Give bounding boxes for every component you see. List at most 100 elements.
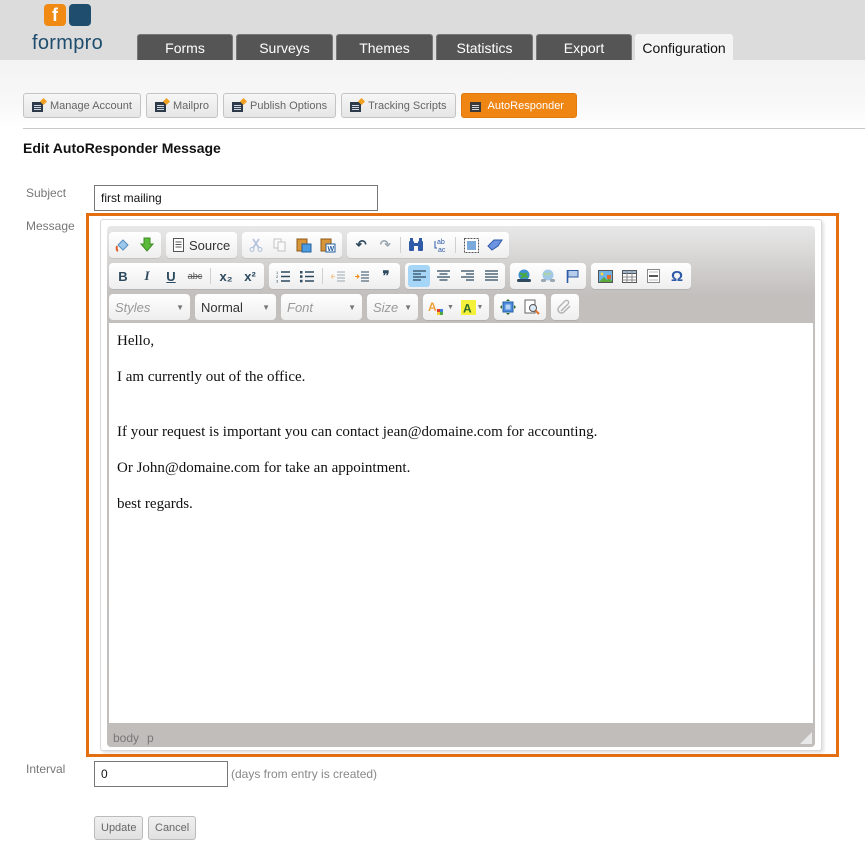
svg-text:3: 3	[276, 278, 279, 283]
svg-text:A: A	[428, 300, 437, 314]
special-char-icon[interactable]: Ω	[666, 265, 688, 287]
subject-input[interactable]	[94, 185, 378, 211]
subtab-autoresponder[interactable]: AutoResponder	[460, 93, 577, 118]
subscript-icon[interactable]: x₂	[215, 265, 237, 287]
subtab-tracking-scripts[interactable]: Tracking Scripts	[341, 93, 456, 118]
subtab-label: Mailpro	[172, 99, 210, 112]
update-button[interactable]: Update	[94, 816, 144, 840]
content-paragraph: I am currently out of the office.	[117, 369, 306, 385]
undo-icon[interactable]: ↶	[350, 234, 372, 256]
edit-document-icon	[469, 100, 483, 112]
source-icon	[173, 238, 184, 252]
interval-input[interactable]	[94, 761, 228, 787]
tab-forms[interactable]: Forms	[137, 34, 233, 60]
interval-label: Interval	[26, 762, 66, 776]
bold-icon[interactable]: B	[112, 265, 134, 287]
chevron-down-icon: ▼	[262, 302, 270, 312]
text-color-icon[interactable]: A ▼	[426, 296, 456, 318]
toolbar-row-3: Styles ▼ Normal ▼ Font ▼ Size ▼ A ▼ A ▼	[109, 294, 579, 320]
justify-icon[interactable]	[480, 265, 502, 287]
edit-document-icon	[232, 97, 248, 112]
divider	[23, 128, 865, 129]
background-color-icon[interactable]: A ▼	[458, 296, 486, 318]
horizontal-rule-icon[interactable]	[642, 265, 664, 287]
cancel-button[interactable]: Cancel	[148, 816, 197, 840]
outdent-icon[interactable]	[327, 265, 349, 287]
table-icon[interactable]	[618, 265, 640, 287]
svg-text:ac: ac	[438, 247, 446, 253]
download-arrow-icon[interactable]	[136, 234, 158, 256]
paint-bucket-icon[interactable]	[112, 234, 134, 256]
source-button[interactable]: Source	[169, 234, 234, 256]
rich-text-editor: Source W ↶ ↷ ab ac B I U abc x₂ x² 1 2 3…	[107, 226, 815, 747]
subtab-label: AutoResponder	[487, 99, 564, 112]
edit-document-icon	[350, 97, 366, 112]
subtab-mailpro[interactable]: Mailpro	[145, 93, 219, 118]
path-item-body[interactable]: body	[113, 731, 139, 745]
toolbar-row-2: B I U abc x₂ x² 123 ❞ Ω	[109, 263, 691, 289]
underline-icon[interactable]: U	[160, 265, 182, 287]
find-icon[interactable]	[405, 234, 427, 256]
format-dropdown[interactable]: Normal ▼	[195, 294, 276, 320]
chevron-down-icon: ▼	[176, 302, 184, 312]
message-label: Message	[26, 219, 75, 233]
image-icon[interactable]	[594, 265, 616, 287]
redo-icon[interactable]: ↷	[374, 234, 396, 256]
tab-themes[interactable]: Themes	[336, 34, 433, 60]
app-header: f formpro Forms Surveys Themes Statistic…	[0, 0, 865, 60]
chevron-down-icon: ▼	[404, 302, 412, 312]
italic-icon[interactable]: I	[136, 265, 158, 287]
select-all-icon[interactable]	[460, 234, 482, 256]
anchor-icon[interactable]	[561, 265, 583, 287]
content-paragraph: If your request is important you can con…	[117, 424, 598, 440]
link-icon[interactable]	[513, 265, 535, 287]
strikethrough-icon[interactable]: abc	[184, 265, 206, 287]
interval-hint: (days from entry is created)	[231, 767, 378, 781]
replace-icon[interactable]: ab ac	[429, 234, 451, 256]
tab-statistics[interactable]: Statistics	[436, 34, 533, 60]
tab-surveys[interactable]: Surveys	[236, 34, 333, 60]
styles-dropdown-value: Styles	[115, 299, 151, 315]
size-dropdown-value: Size	[373, 299, 399, 315]
path-item-p[interactable]: p	[147, 731, 154, 745]
size-dropdown[interactable]: Size ▼	[367, 294, 418, 320]
bulleted-list-icon[interactable]	[296, 265, 318, 287]
copy-icon[interactable]	[269, 234, 291, 256]
preview-icon[interactable]	[521, 296, 543, 318]
editor-content-area[interactable]: Hello, I am currently out of the office.…	[109, 323, 813, 723]
subtab-manage-account[interactable]: Manage Account	[23, 93, 141, 118]
message-editor-frame: Source W ↶ ↷ ab ac B I U abc x₂ x² 1 2 3…	[86, 213, 839, 757]
align-left-icon[interactable]	[408, 265, 430, 287]
superscript-icon[interactable]: x²	[239, 265, 261, 287]
align-right-icon[interactable]	[456, 265, 478, 287]
numbered-list-icon[interactable]: 123	[272, 265, 294, 287]
edit-document-icon	[32, 97, 48, 112]
element-path-bar: body p	[113, 731, 154, 745]
subtab-label: Tracking Scripts	[368, 99, 447, 112]
edit-document-icon	[154, 97, 170, 112]
indent-icon[interactable]	[351, 265, 373, 287]
remove-format-icon[interactable]	[484, 234, 506, 256]
resize-handle[interactable]	[800, 732, 812, 744]
paste-word-icon[interactable]: W	[317, 234, 339, 256]
tab-configuration[interactable]: Configuration	[635, 34, 733, 60]
subtab-label: Publish Options	[250, 99, 328, 112]
maximize-icon[interactable]	[497, 296, 519, 318]
font-dropdown[interactable]: Font ▼	[281, 294, 362, 320]
styles-dropdown[interactable]: Styles ▼	[109, 294, 190, 320]
page-title: Edit AutoResponder Message	[23, 140, 221, 156]
attachment-icon[interactable]	[554, 296, 576, 318]
subtab-publish-options[interactable]: Publish Options	[223, 93, 337, 118]
content-paragraph: best regards.	[117, 496, 193, 512]
formpro-logo[interactable]: f formpro	[32, 4, 112, 54]
subject-label: Subject	[26, 186, 67, 200]
align-center-icon[interactable]	[432, 265, 454, 287]
blockquote-icon[interactable]: ❞	[375, 265, 397, 287]
tab-export[interactable]: Export	[536, 34, 632, 60]
content-paragraph: Or John@domaine.com for take an appointm…	[117, 460, 411, 476]
unlink-icon[interactable]	[537, 265, 559, 287]
svg-text:ab: ab	[437, 239, 445, 246]
logo-mark-icon: f	[44, 4, 94, 26]
cut-icon[interactable]	[245, 234, 267, 256]
paste-icon[interactable]	[293, 234, 315, 256]
